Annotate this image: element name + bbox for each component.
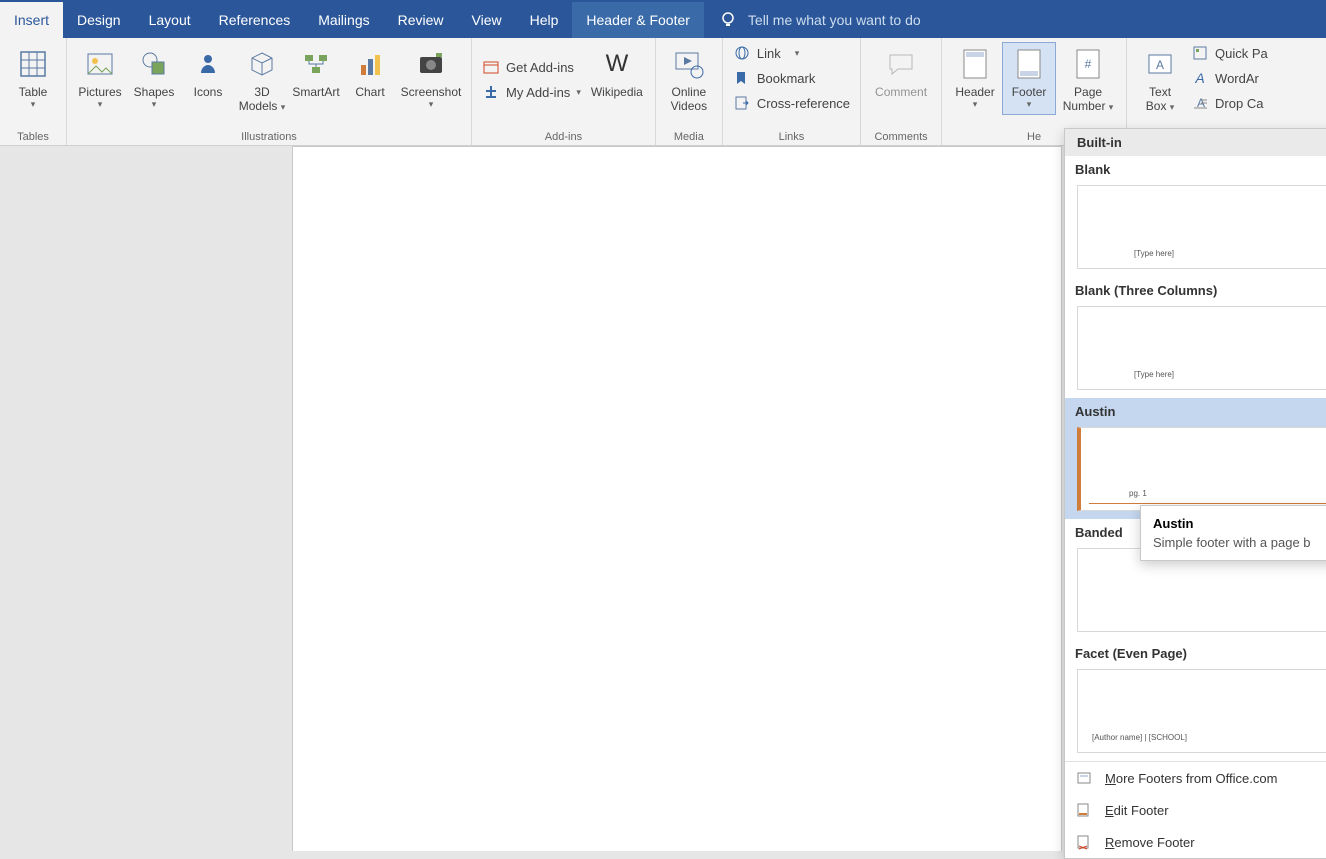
edit-footer-icon [1075, 801, 1093, 819]
chart-icon [353, 47, 387, 81]
page [292, 146, 1062, 851]
group-label-illustrations: Illustrations [73, 129, 465, 143]
chevron-down-icon: ▾ [576, 87, 581, 98]
wikipedia-icon: W [600, 47, 634, 81]
screenshot-button[interactable]: Screenshot ▾ [397, 42, 465, 115]
shapes-icon [137, 47, 171, 81]
chevron-down-icon: ▾ [152, 99, 157, 110]
lightbulb-icon [718, 10, 738, 30]
svg-text:A: A [1156, 58, 1164, 72]
chart-button[interactable]: Chart [343, 42, 397, 104]
footer-option-facet-even[interactable]: Facet (Even Page) [Author name] | [SCHOO… [1065, 640, 1326, 761]
store-icon [482, 58, 500, 76]
link-button[interactable]: Link ▾ [729, 42, 854, 64]
svg-text:A: A [1194, 70, 1204, 86]
textbox-icon: A [1143, 47, 1177, 81]
smartart-icon [299, 47, 333, 81]
tab-header-footer[interactable]: Header & Footer [572, 2, 704, 38]
more-footers-online[interactable]: More Footers from Office.com [1065, 762, 1326, 794]
bookmark-icon [733, 69, 751, 87]
svg-text:W: W [606, 50, 629, 77]
pictures-button[interactable]: Pictures ▾ [73, 42, 127, 115]
dropcap-icon: A [1191, 94, 1209, 112]
tab-layout[interactable]: Layout [135, 2, 205, 38]
quickparts-icon [1191, 44, 1209, 62]
chevron-down-icon: ▾ [795, 48, 800, 59]
my-addins-button[interactable]: My Add-ins ▾ [478, 81, 585, 103]
footer-dropdown: Built-in Blank [Type here] Blank (Three … [1064, 128, 1326, 859]
header-button[interactable]: Header ▾ [948, 42, 1002, 115]
group-label-comments: Comments [867, 129, 935, 143]
footer-option-blank[interactable]: Blank [Type here] [1065, 156, 1326, 277]
icons-button[interactable]: Icons [181, 42, 235, 104]
chevron-down-icon: ▾ [429, 99, 434, 110]
tooltip-body: Simple footer with a page b [1153, 535, 1326, 550]
footer-option-blank-three[interactable]: Blank (Three Columns) [Type here] [Type … [1065, 277, 1326, 398]
tab-design[interactable]: Design [63, 2, 135, 38]
tab-mailings[interactable]: Mailings [304, 2, 383, 38]
link-icon [733, 44, 751, 62]
tab-insert[interactable]: Insert [0, 2, 63, 38]
page-number-button[interactable]: # PageNumber ▾ [1056, 42, 1120, 119]
chevron-down-icon: ▾ [98, 99, 103, 110]
page-number-icon: # [1071, 47, 1105, 81]
group-label-tables: Tables [6, 129, 60, 143]
quick-parts-button[interactable]: Quick Pa [1187, 42, 1272, 64]
comment-icon [884, 47, 918, 81]
online-videos-button[interactable]: OnlineVideos [662, 42, 716, 118]
comment-button[interactable]: Comment [867, 42, 935, 104]
tooltip-title: Austin [1153, 516, 1326, 531]
get-addins-button[interactable]: Get Add-ins [478, 56, 585, 78]
chevron-down-icon: ▾ [31, 99, 36, 110]
table-icon [16, 47, 50, 81]
table-button[interactable]: Table ▾ [6, 42, 60, 115]
tab-help[interactable]: Help [516, 2, 573, 38]
crossref-icon [733, 94, 751, 112]
footer-icon [1012, 47, 1046, 81]
group-label-links: Links [729, 129, 854, 143]
pictures-icon [83, 47, 117, 81]
drop-cap-button[interactable]: A Drop Ca [1187, 92, 1272, 114]
edit-footer[interactable]: Edit Footer [1065, 794, 1326, 826]
wordart-icon: A [1191, 69, 1209, 87]
remove-footer-icon [1075, 833, 1093, 851]
group-label-media: Media [662, 129, 716, 143]
cube-icon [245, 47, 279, 81]
ribbon-tabs: Insert Design Layout References Mailings… [0, 2, 1326, 38]
wikipedia-button[interactable]: W Wikipedia [585, 42, 649, 104]
remove-footer[interactable]: Remove Footer [1065, 826, 1326, 858]
wordart-button[interactable]: A WordAr [1187, 67, 1272, 89]
addins-icon [482, 83, 500, 101]
smartart-button[interactable]: SmartArt [289, 42, 343, 104]
footer-button[interactable]: Footer ▾ [1002, 42, 1056, 115]
text-box-button[interactable]: A TextBox ▾ [1133, 42, 1187, 119]
icons-icon [191, 47, 225, 81]
tooltip-austin: Austin Simple footer with a page b [1140, 505, 1326, 561]
tab-review[interactable]: Review [384, 2, 458, 38]
3d-models-button[interactable]: 3DModels ▾ [235, 42, 289, 119]
chevron-down-icon: ▾ [1027, 99, 1032, 110]
tab-view[interactable]: View [458, 2, 516, 38]
svg-text:#: # [1085, 57, 1092, 71]
footer-option-austin[interactable]: Austin pg. 1 [1065, 398, 1326, 519]
office-icon [1075, 769, 1093, 787]
cross-reference-button[interactable]: Cross-reference [729, 92, 854, 114]
group-label-addins: Add-ins [478, 129, 649, 143]
header-icon [958, 47, 992, 81]
video-icon [672, 47, 706, 81]
dropdown-section-builtin: Built-in [1065, 129, 1326, 156]
tellme-input[interactable] [748, 12, 1008, 28]
screenshot-icon [414, 47, 448, 81]
bookmark-button[interactable]: Bookmark [729, 67, 854, 89]
tab-references[interactable]: References [205, 2, 305, 38]
chevron-down-icon: ▾ [973, 99, 978, 110]
shapes-button[interactable]: Shapes ▾ [127, 42, 181, 115]
